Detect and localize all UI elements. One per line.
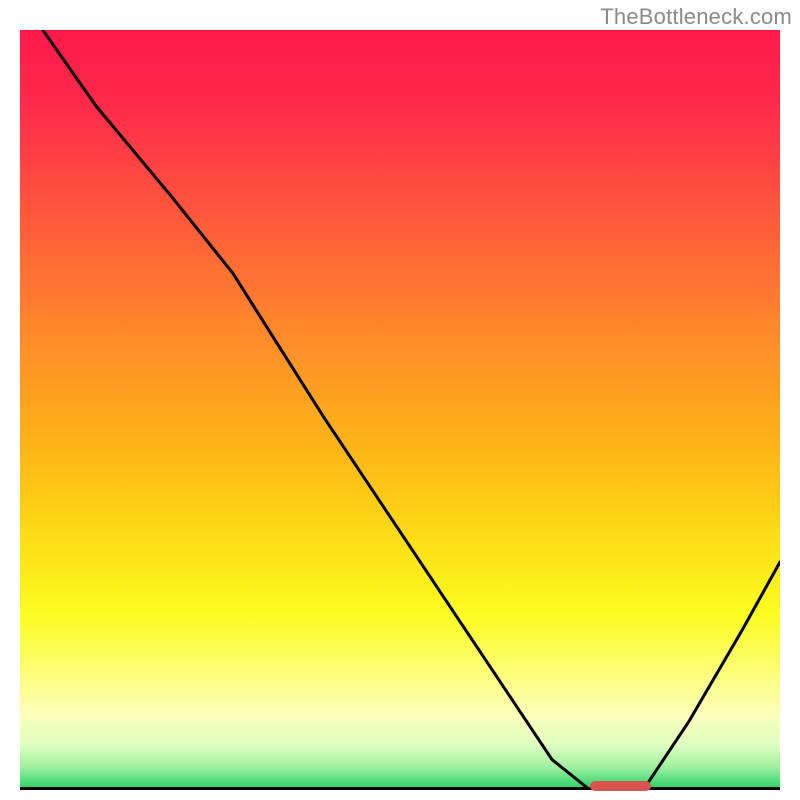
watermark-text: TheBottleneck.com	[600, 4, 792, 30]
chart-svg	[20, 30, 780, 790]
bottleneck-curve	[43, 30, 780, 790]
x-axis-baseline	[20, 787, 780, 790]
optimal-range-marker	[590, 781, 651, 791]
plot-area	[20, 30, 780, 790]
chart-container: TheBottleneck.com	[0, 0, 800, 800]
